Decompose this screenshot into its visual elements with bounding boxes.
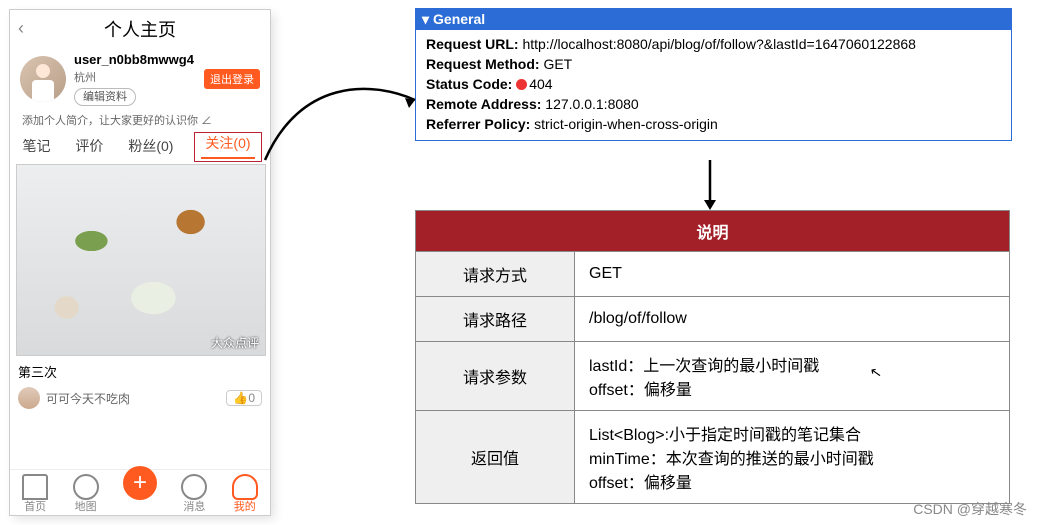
back-icon[interactable]: ‹ — [18, 18, 24, 39]
profile-tabs: 笔记 评价 粉丝(0) 关注(0) — [10, 132, 270, 162]
user-icon — [232, 474, 258, 500]
row-key: 请求方式 — [416, 252, 575, 297]
row-value: List<Blog>:小于指定时间戳的笔记集合minTime：本次查询的推送的最… — [575, 411, 1010, 504]
feed-caption: 第三次 — [16, 356, 264, 383]
plus-icon: + — [123, 466, 157, 500]
page-title-text: 个人主页 — [104, 20, 176, 40]
api-spec-table: 说明 请求方式GET请求路径/blog/of/follow请求参数lastId：… — [415, 210, 1010, 504]
csdn-watermark: CSDN @穿越寒冬 — [913, 499, 1027, 519]
author-avatar[interactable] — [18, 387, 40, 409]
devtools-line: Request URL: http://localhost:8080/api/b… — [426, 34, 1001, 54]
bottom-nav: 首页 地图 + 消息 我的 — [10, 469, 270, 515]
map-icon — [73, 474, 99, 500]
devtools-general-panel: General Request URL: http://localhost:80… — [415, 8, 1012, 141]
tab-following[interactable]: 关注(0) — [201, 131, 254, 159]
table-row: 请求路径/blog/of/follow — [416, 297, 1010, 342]
location: 杭州 — [74, 69, 196, 85]
tab-following-highlight: 关注(0) — [194, 132, 261, 162]
photo-watermark: 大众点评 — [211, 334, 259, 351]
table-row: 返回值List<Blog>:小于指定时间戳的笔记集合minTime：本次查询的推… — [416, 411, 1010, 504]
row-value: GET — [575, 252, 1010, 297]
row-value: lastId：上一次查询的最小时间戳offset：偏移量 — [575, 342, 1010, 411]
edit-profile-button[interactable]: 编辑资料 — [74, 88, 136, 106]
nav-messages[interactable]: 消息 — [181, 474, 207, 513]
tab-notes[interactable]: 笔记 — [18, 132, 54, 162]
devtools-line: Request Method: GET — [426, 54, 1001, 74]
phone-mockup: ‹ 个人主页 user_n0bb8mwwg4 杭州 编辑资料 退出登录 添加个人… — [10, 10, 270, 515]
nav-home[interactable]: 首页 — [22, 474, 48, 513]
avatar[interactable] — [20, 56, 66, 102]
arrow-devtools-to-table — [700, 160, 720, 220]
row-key: 请求路径 — [416, 297, 575, 342]
devtools-line: Remote Address: 127.0.0.1:8080 — [426, 94, 1001, 114]
page-title: ‹ 个人主页 — [10, 10, 270, 46]
tab-followers[interactable]: 粉丝(0) — [124, 132, 177, 162]
nav-add[interactable]: + — [123, 474, 157, 513]
feed-photo[interactable]: 大众点评 — [16, 164, 266, 356]
row-key: 返回值 — [416, 411, 575, 504]
row-value: /blog/of/follow — [575, 297, 1010, 342]
logout-button[interactable]: 退出登录 — [204, 69, 260, 89]
table-row: 请求方式GET — [416, 252, 1010, 297]
tab-reviews[interactable]: 评价 — [71, 132, 107, 162]
row-key: 请求参数 — [416, 342, 575, 411]
devtools-line: Status Code: 404 — [426, 74, 1001, 94]
table-row: 请求参数lastId：上一次查询的最小时间戳offset：偏移量 — [416, 342, 1010, 411]
like-button[interactable]: 👍0 — [226, 390, 262, 406]
home-icon — [22, 474, 48, 500]
arrow-phone-to-devtools — [260, 70, 430, 170]
author-name: 可可今天不吃肉 — [46, 390, 130, 407]
bio-hint[interactable]: 添加个人简介，让大家更好的认识你 ∠ — [10, 108, 270, 130]
username: user_n0bb8mwwg4 — [74, 52, 196, 67]
devtools-line: Referrer Policy: strict-origin-when-cros… — [426, 114, 1001, 134]
devtools-section-title[interactable]: General — [416, 9, 1011, 30]
chat-icon — [181, 474, 207, 500]
nav-me[interactable]: 我的 — [232, 474, 258, 513]
nav-map[interactable]: 地图 — [73, 474, 99, 513]
